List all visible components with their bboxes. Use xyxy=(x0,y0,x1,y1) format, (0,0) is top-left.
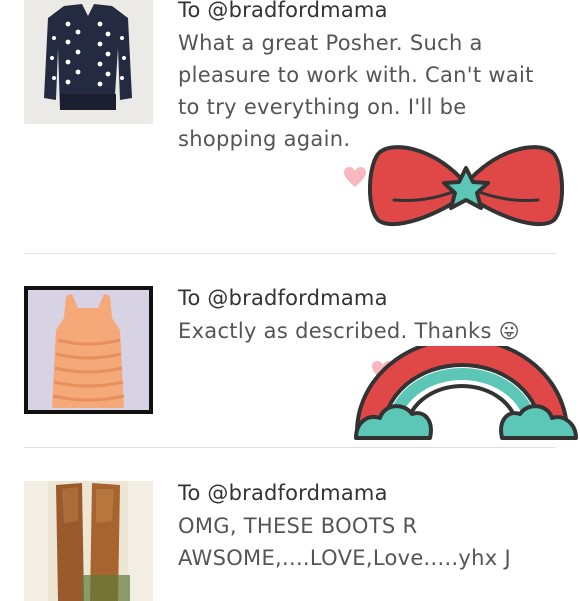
divider xyxy=(24,253,556,254)
bow-sticker xyxy=(367,140,565,238)
message-line: Exactly as described. Thanks xyxy=(178,319,492,343)
review-recipient[interactable]: To @bradfordmama xyxy=(178,0,388,22)
review-message: OMG, THESE BOOTS R AWSOME,....LOVE,Love.… xyxy=(178,510,548,574)
listing-thumbnail[interactable] xyxy=(24,0,153,124)
review-message: Exactly as described. Thanks 😛 xyxy=(178,315,548,347)
tongue-emoji-icon: 😛 xyxy=(498,319,520,343)
message-line: What a great Posher. Such a xyxy=(178,31,483,55)
review-recipient[interactable]: To @bradfordmama xyxy=(178,481,388,505)
message-line: to try everything on. I'll be xyxy=(178,95,467,119)
message-line: pleasure to work with. Can't wait xyxy=(178,63,534,87)
listing-thumbnail[interactable] xyxy=(24,286,153,414)
rainbow-sticker xyxy=(352,337,580,446)
message-line: AWSOME,....LOVE,Love.....yhx J xyxy=(178,546,511,570)
divider xyxy=(24,447,556,448)
review-recipient[interactable]: To @bradfordmama xyxy=(178,286,388,310)
listing-thumbnail[interactable] xyxy=(24,481,153,601)
review-message: What a great Posher. Such a pleasure to … xyxy=(178,27,548,155)
message-line: OMG, THESE BOOTS R xyxy=(178,514,418,538)
heart-icon[interactable] xyxy=(343,166,367,188)
